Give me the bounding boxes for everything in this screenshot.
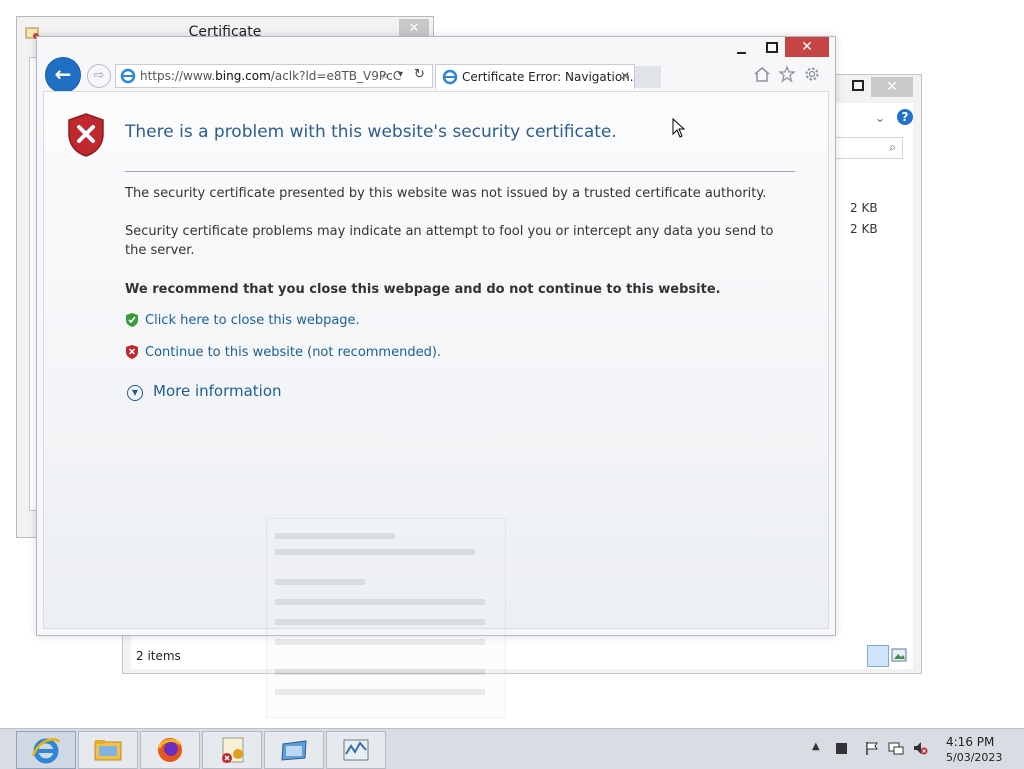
stop-icon[interactable] (836, 743, 847, 754)
home-icon[interactable] (753, 65, 771, 83)
details-view-button[interactable] (867, 645, 889, 667)
continue-website-link-text: Continue to this website (not recommende… (145, 345, 442, 360)
clock-time[interactable]: 4:16 PM (946, 735, 994, 749)
server-manager-icon (281, 740, 307, 761)
certificate-icon (222, 737, 244, 763)
network-icon[interactable] (888, 740, 904, 756)
error-warning: Security certificate problems may indica… (125, 224, 774, 258)
chevron-down-icon[interactable]: ⌄ (875, 111, 885, 125)
taskbar-performance-monitor[interactable] (326, 731, 386, 769)
explorer-close-button[interactable]: ✕ (871, 77, 913, 97)
shield-error-icon (68, 113, 104, 157)
dropdown-icon[interactable]: ▾ (398, 69, 403, 80)
address-text: https://www.bing.com/aclk?ld=e8TB_V9PcC (140, 69, 401, 83)
shield-error-icon (126, 345, 138, 359)
refresh-icon[interactable]: ↻ (414, 67, 425, 82)
file-size: 2 KB (850, 201, 878, 215)
show-hidden-icons[interactable]: ▲ (812, 741, 820, 752)
browser-close-button[interactable]: ✕ (785, 37, 829, 57)
new-tab-button[interactable] (635, 66, 661, 88)
error-description: The security certificate presented by th… (125, 186, 767, 201)
recommendation: We recommend that you close this webpage… (125, 282, 721, 297)
close-webpage-link-text: Click here to close this webpage. (145, 313, 360, 328)
search-icon[interactable]: ⌕ (382, 68, 389, 83)
file-size: 2 KB (850, 222, 878, 236)
tab-certificate-error[interactable]: Certificate Error: Navigation... ✕ (435, 64, 641, 89)
tab-close-icon[interactable]: ✕ (620, 69, 630, 83)
expand-icon: ▼ (127, 385, 143, 401)
more-information-label: More information (153, 382, 282, 400)
explorer-status: 2 items (136, 649, 181, 663)
address-bar[interactable]: https://www.bing.com/aclk?ld=e8TB_V9PcC … (115, 64, 433, 88)
search-icon: ⌕ (889, 140, 896, 154)
gear-icon[interactable] (803, 65, 821, 83)
favorites-star-icon[interactable] (778, 65, 796, 83)
address-domain: bing.com (215, 69, 271, 83)
taskbar-internet-explorer[interactable] (16, 731, 76, 769)
taskbar-file-explorer[interactable] (78, 731, 138, 769)
taskbar-certificate-manager[interactable] (202, 731, 262, 769)
window-preview-thumbnail (266, 518, 506, 718)
firefox-icon (157, 738, 182, 762)
internet-explorer-icon (31, 738, 61, 764)
taskbar-server-manager[interactable] (264, 731, 324, 769)
ie-page-icon (120, 68, 136, 84)
forward-button[interactable]: ⇨ (87, 64, 111, 88)
maximize-icon[interactable] (765, 41, 779, 55)
maximize-icon[interactable] (851, 79, 865, 93)
address-prefix: https://www. (140, 69, 216, 83)
page-title: There is a problem with this website's s… (125, 122, 617, 142)
volume-muted-icon[interactable] (912, 740, 928, 756)
large-icons-view-button[interactable] (891, 647, 907, 663)
taskbar: ▲ 4:16 PM 5/03/2023 (0, 728, 1024, 769)
performance-monitor-icon (343, 739, 369, 761)
minimize-icon[interactable] (735, 43, 749, 57)
tab-label: Certificate Error: Navigation... (462, 70, 642, 84)
explorer-search-input[interactable]: ⌕ (827, 137, 903, 159)
divider (125, 171, 795, 172)
back-button[interactable]: ← (45, 57, 81, 93)
clock-date[interactable]: 5/03/2023 (946, 751, 1002, 764)
mouse-cursor-icon (672, 118, 686, 138)
shield-check-icon (126, 313, 138, 327)
flag-icon[interactable] (864, 740, 880, 756)
help-icon[interactable]: ? (897, 109, 913, 125)
ie-page-icon (442, 69, 458, 85)
taskbar-firefox[interactable] (140, 731, 200, 769)
folder-icon (94, 740, 122, 761)
